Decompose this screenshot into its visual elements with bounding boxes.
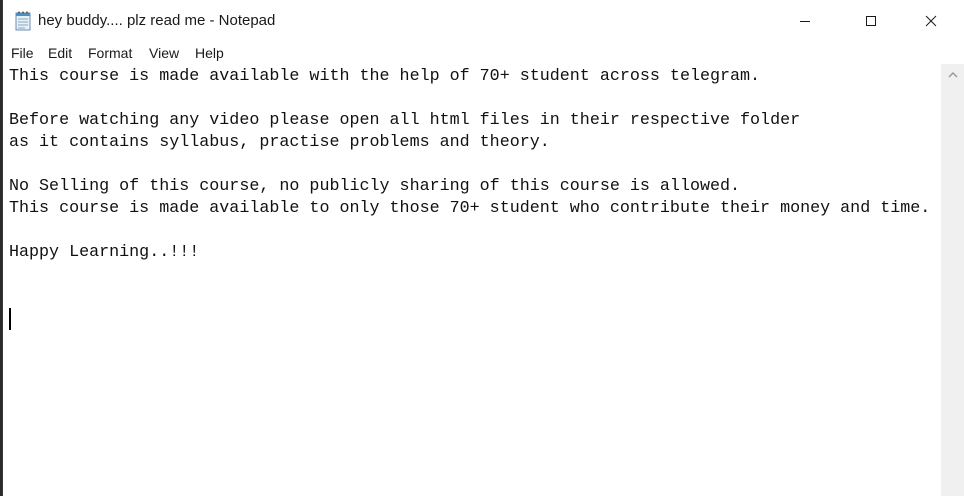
- editor-line: This course is made available to only th…: [9, 199, 931, 218]
- notepad-icon: [15, 11, 31, 31]
- vertical-scrollbar[interactable]: [941, 64, 964, 496]
- editor-line: No Selling of this course, no publicly s…: [9, 177, 741, 196]
- notepad-window: hey buddy.... plz read me - Notepad File…: [2, 0, 964, 496]
- editor-line: This course is made available with the h…: [9, 67, 761, 86]
- menu-view[interactable]: View: [149, 45, 179, 61]
- close-button[interactable]: [908, 0, 954, 42]
- text-editor-area[interactable]: This course is made available with the h…: [3, 64, 941, 496]
- menu-format[interactable]: Format: [88, 45, 132, 61]
- menu-help[interactable]: Help: [195, 45, 224, 61]
- close-icon: [925, 15, 937, 27]
- scroll-up-arrow-icon: [948, 71, 958, 78]
- maximize-icon: [866, 16, 876, 26]
- title-bar[interactable]: hey buddy.... plz read me - Notepad: [3, 0, 964, 42]
- editor-line: Before watching any video please open al…: [9, 111, 801, 130]
- minimize-button[interactable]: [782, 0, 828, 42]
- menu-bar: File Edit Format View Help: [3, 42, 964, 64]
- menu-file[interactable]: File: [11, 45, 34, 61]
- window-title: hey buddy.... plz read me - Notepad: [38, 12, 276, 29]
- scroll-up-button[interactable]: [941, 64, 964, 86]
- menu-edit[interactable]: Edit: [48, 45, 72, 61]
- editor-line: Happy Learning..!!!: [9, 243, 200, 262]
- maximize-button[interactable]: [848, 0, 894, 42]
- minimize-icon: [800, 21, 810, 22]
- text-caret: [9, 308, 11, 330]
- editor-line: as it contains syllabus, practise proble…: [9, 133, 550, 152]
